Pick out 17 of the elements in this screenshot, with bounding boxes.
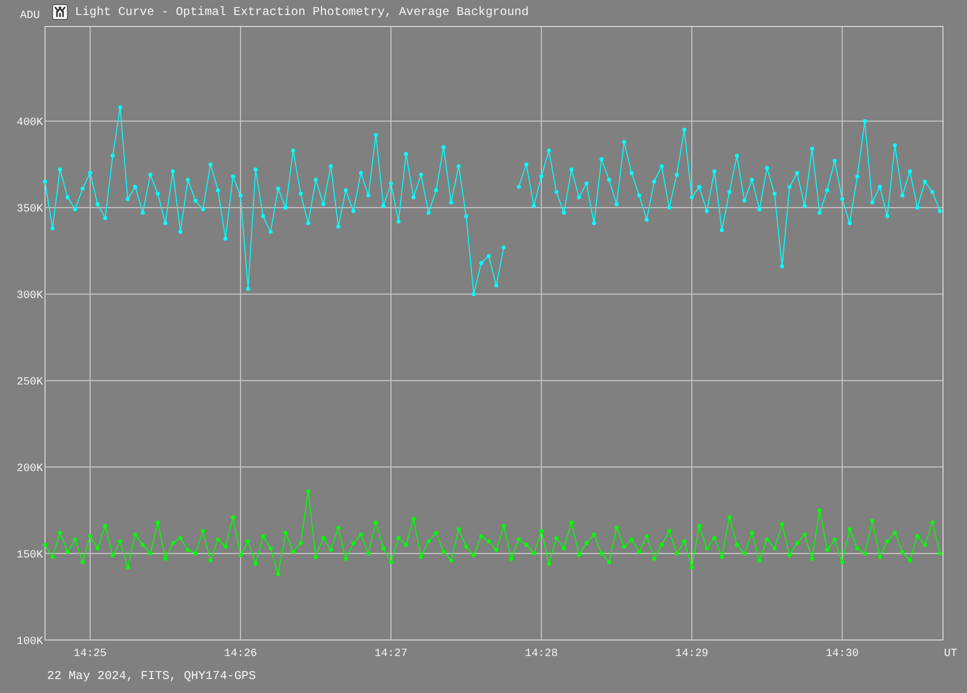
y-tick-label: 150K [16,550,43,562]
y-axis-label: ADU [20,10,40,22]
window-title: Light Curve - Optimal Extraction Photometry, Average Background [75,5,529,19]
x-tick-label: 14:25 [74,648,107,660]
y-tick-label: 350K [16,204,43,216]
x-axis-label: UT [944,648,958,660]
y-tick-label: 200K [16,463,43,476]
y-tick-label: 250K [16,376,43,389]
footer-caption: 22 May 2024, FITS, QHY174-GPS [47,669,256,683]
x-tick-label: 14:29 [675,648,708,660]
y-tick-label: 100K [16,636,43,648]
x-tick-label: 14:28 [524,648,558,660]
x-tick-label: 14:26 [224,648,258,660]
x-tick-label: 14:30 [826,648,859,660]
y-tick-label: 300K [16,290,43,302]
y-tick-label: 400K [16,117,43,130]
x-tick-label: 14:27 [374,648,408,660]
